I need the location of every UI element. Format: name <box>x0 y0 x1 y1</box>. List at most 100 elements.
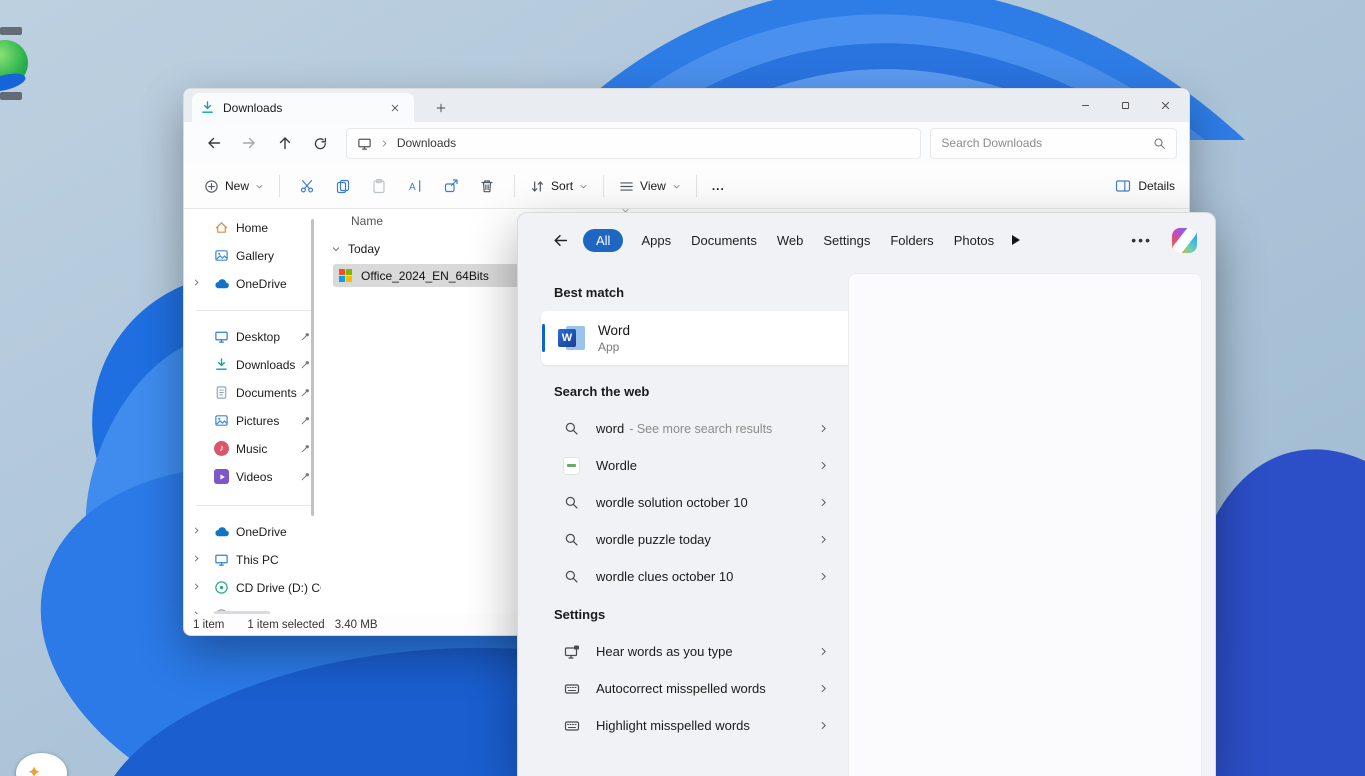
windows-search-panel: All Apps Documents Web Settings Folders … <box>517 212 1216 776</box>
download-icon <box>200 100 215 115</box>
new-button[interactable]: New <box>198 170 270 202</box>
chevron-right-icon[interactable] <box>818 720 829 731</box>
toolbar-divider <box>514 175 515 197</box>
refresh-button[interactable] <box>302 128 337 158</box>
more-options-button[interactable]: ... <box>706 170 731 202</box>
minimize-button[interactable] <box>1065 89 1105 121</box>
sidebar-item-home[interactable]: Home <box>184 214 321 242</box>
close-button[interactable] <box>1145 89 1185 121</box>
rename-icon <box>407 178 423 194</box>
pin-icon <box>300 387 311 398</box>
new-tab-button[interactable] <box>430 97 452 119</box>
chevron-right-icon <box>192 582 201 591</box>
explorer-tab-downloads[interactable]: Downloads <box>192 93 414 122</box>
chevron-right-icon <box>192 554 201 563</box>
sidebar-item-desktop[interactable]: Desktop <box>184 323 321 351</box>
delete-button[interactable] <box>469 170 505 202</box>
chevron-right-icon[interactable] <box>818 571 829 582</box>
copy-button[interactable] <box>325 170 361 202</box>
chevron-right-icon[interactable] <box>818 497 829 508</box>
chevron-down-icon <box>331 244 341 254</box>
sidebar-divider <box>196 505 313 506</box>
tab-all[interactable]: All <box>583 229 623 252</box>
sidebar-item-videos[interactable]: Videos <box>184 463 321 491</box>
sidebar-item-documents[interactable]: Documents <box>184 379 321 407</box>
chevron-right-icon[interactable] <box>818 460 829 471</box>
chevron-right-icon <box>380 139 389 148</box>
search-more-options[interactable]: ••• <box>1131 232 1152 248</box>
desktop-shortcut-label <box>0 27 22 35</box>
sidebar-item-music[interactable]: ♪ Music <box>184 435 321 463</box>
up-button[interactable] <box>267 128 302 158</box>
copy-icon <box>335 178 351 194</box>
column-header-name[interactable]: Name <box>351 214 383 228</box>
sidebar-item-gallery[interactable]: Gallery <box>184 242 321 270</box>
tabs-overflow-arrow-icon[interactable] <box>1012 235 1020 245</box>
search-placeholder: Search Downloads <box>941 136 1042 150</box>
sidebar-item-onedrive[interactable]: OneDrive <box>184 270 321 298</box>
sidebar-tree-this-pc[interactable]: This PC <box>184 546 321 574</box>
chevron-right-icon[interactable] <box>818 534 829 545</box>
search-icon <box>563 495 580 510</box>
explorer-search-box[interactable]: Search Downloads <box>930 128 1177 159</box>
copilot-icon[interactable] <box>1172 228 1197 253</box>
tab-close-icon[interactable] <box>384 97 406 119</box>
status-size: 3.40 MB <box>335 619 378 631</box>
suggestion-text: word <box>596 421 624 436</box>
desktop: ✦ Downloads Downl <box>0 0 1365 776</box>
chevron-down-icon <box>579 182 588 191</box>
tab-web[interactable]: Web <box>767 229 814 252</box>
details-button[interactable]: Details <box>1115 178 1175 194</box>
tab-apps[interactable]: Apps <box>631 229 681 252</box>
explorer-tab-strip: Downloads <box>184 89 1189 122</box>
forward-button[interactable] <box>231 128 266 158</box>
tab-documents[interactable]: Documents <box>681 229 767 252</box>
monitor-icon <box>357 136 372 151</box>
toolbar-divider <box>696 175 697 197</box>
back-button[interactable] <box>196 128 231 158</box>
cut-button[interactable] <box>289 170 325 202</box>
sidebar-tree-cd-drive[interactable]: CD Drive (D:) CC <box>184 574 321 602</box>
status-selection: 1 item selected <box>247 619 324 631</box>
chevron-down-icon <box>255 182 264 191</box>
sidebar-scrollbar[interactable] <box>311 219 314 516</box>
chevron-right-icon[interactable] <box>818 423 829 434</box>
onedrive-icon <box>214 276 230 292</box>
tab-settings[interactable]: Settings <box>813 229 880 252</box>
paste-button[interactable] <box>361 170 397 202</box>
sidebar-tree-onedrive[interactable]: OneDrive <box>184 518 321 546</box>
web-suggestion-row[interactable]: word - See more search results <box>541 410 841 447</box>
breadcrumb[interactable]: Downloads <box>397 136 456 150</box>
result-title: Word <box>598 323 630 338</box>
search-back-button[interactable] <box>552 232 569 249</box>
tab-folders[interactable]: Folders <box>880 229 943 252</box>
share-button[interactable] <box>433 170 469 202</box>
address-bar[interactable]: Downloads <box>346 128 922 159</box>
videos-icon <box>214 469 229 484</box>
settings-result-row[interactable]: Hear words as you type <box>541 633 841 670</box>
sidebar-item-pictures[interactable]: Pictures <box>184 407 321 435</box>
forward-icon <box>241 135 257 151</box>
sort-button[interactable]: Sort <box>524 170 594 202</box>
rename-button[interactable] <box>397 170 433 202</box>
settings-result-row[interactable]: Autocorrect misspelled words <box>541 670 841 707</box>
file-row-selected[interactable]: Office_2024_EN_64Bits <box>333 264 529 287</box>
settings-result-row[interactable]: Highlight misspelled words <box>541 707 841 744</box>
web-suggestion-row[interactable]: Wordle <box>541 447 841 484</box>
sidebar-item-downloads[interactable]: Downloads <box>184 351 321 379</box>
explorer-sidebar: Home Gallery OneDrive Desktop <box>184 209 321 615</box>
web-suggestion-row[interactable]: wordle solution october 10 <box>541 484 841 521</box>
search-icon <box>563 569 580 584</box>
chevron-right-icon[interactable] <box>818 683 829 694</box>
web-suggestion-row[interactable]: wordle clues october 10 <box>541 558 841 595</box>
chevron-right-icon <box>192 526 201 535</box>
tab-photos[interactable]: Photos <box>944 229 1004 252</box>
trash-icon <box>479 178 495 194</box>
chevron-right-icon[interactable] <box>818 646 829 657</box>
maximize-button[interactable] <box>1105 89 1145 121</box>
back-icon <box>552 232 569 249</box>
web-suggestion-row[interactable]: wordle puzzle today <box>541 521 841 558</box>
best-match-result-word[interactable]: W Word App <box>541 311 856 365</box>
settings-result-text: Autocorrect misspelled words <box>596 681 766 696</box>
view-button[interactable]: View <box>613 170 687 202</box>
